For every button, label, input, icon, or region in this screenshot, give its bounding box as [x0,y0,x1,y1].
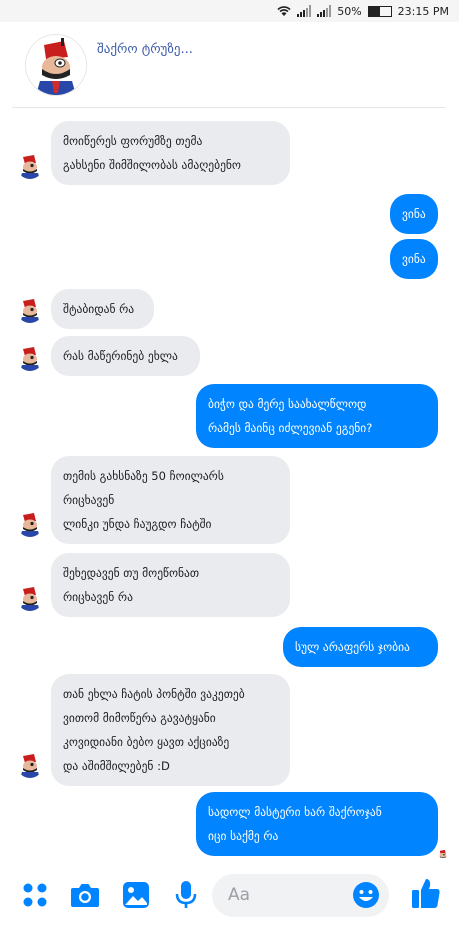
incoming-message: თან ეხლა ჩატის პონტში ვაკეთებ ვითომ მიმო… [51,674,290,786]
incoming-message: რას მაწერინებ ეხლა [51,336,200,376]
outgoing-message: სულ არაფერს ჯობია [283,627,438,667]
message-line: მოიწერეს ფორუმზე თემა [63,134,203,148]
outgoing-message: ვინა [390,194,438,234]
sender-avatar [17,153,43,179]
message-line: სადოლ მასტერი ხარ შაქროჯან [208,805,382,819]
incoming-message: შეხედავენ თუ მოეწონათ რიცხავენ რა [51,553,290,617]
wifi-icon [277,6,291,16]
message-input-placeholder: Aa [228,885,251,905]
sender-avatar [17,585,43,611]
emoji-icon[interactable] [352,881,380,909]
sender-avatar [17,511,43,537]
message-line: შეხედავენ თუ მოეწონათ [63,566,200,580]
outgoing-message: სადოლ მასტერი ხარ შაქროჯან იცი საქმე რა [196,792,438,856]
status-bar: 50% 23:15 PM [0,0,459,22]
clock: 23:15 PM [397,4,449,18]
incoming-message: შტაბიდან რა [51,289,154,329]
message-line: შტაბიდან რა [63,302,135,316]
battery-icon [367,5,392,17]
outgoing-message: ბიჭო და მერე საახალწლოდ რამეს მაინც იძლე… [196,384,438,448]
message-line: ვინა [402,207,426,221]
signal-icon [297,5,312,17]
sender-avatar [17,752,43,778]
microphone-icon[interactable] [175,880,197,910]
incoming-message: თემის გახსნაზე 50 ჩოილარს რიცხავენ ლინკი… [51,456,290,544]
message-line: რას მაწერინებ ეხლა [63,349,178,363]
conversation-header: შაქრო ტრუზე... [0,22,459,108]
incoming-message: მოიწერეს ფორუმზე თემა გახსენი შიმშილობას… [51,121,290,185]
message-line: თემის გახსნაზე 50 ჩოილარს [63,469,224,483]
message-line: და აშიმშილებენ :D [63,759,170,773]
message-line: რიცხავენ რა [63,590,133,604]
seen-receipt-avatar [437,846,449,858]
sender-avatar [17,297,43,323]
outgoing-message: ვინა [390,239,438,279]
message-line: ლინკი უნდა ჩაუგდო ჩატში [63,517,212,531]
gallery-icon[interactable] [122,881,150,909]
message-line: რიცხავენ [63,493,115,507]
sender-avatar [17,345,43,371]
contact-avatar[interactable] [25,34,87,96]
menu-dots-icon[interactable] [22,882,48,908]
signal-icon [317,5,332,17]
message-line: კოვიდიანი ბებო ყავთ აქციაზე [63,735,230,749]
battery-percent: 50% [337,4,362,18]
message-line: თან ეხლა ჩატის პონტში ვაკეთებ [63,687,245,701]
message-line: გახსენი შიმშილობას ამაღებენო [63,158,241,172]
message-line: ვინა [402,252,426,266]
message-line: ბიჭო და მერე საახალწლოდ [208,397,367,411]
message-line: რამეს მაინც იძლევიან ეგენი? [208,421,373,435]
camera-icon[interactable] [70,881,100,909]
header-divider [12,107,445,108]
message-line: იცი საქმე რა [208,829,279,843]
like-thumb-icon[interactable] [411,877,441,910]
message-line: სულ არაფერს ჯობია [295,640,410,654]
contact-name[interactable]: შაქრო ტრუზე... [97,42,193,57]
message-line: ვითომ მიმოწერა გავატყანი [63,711,216,725]
